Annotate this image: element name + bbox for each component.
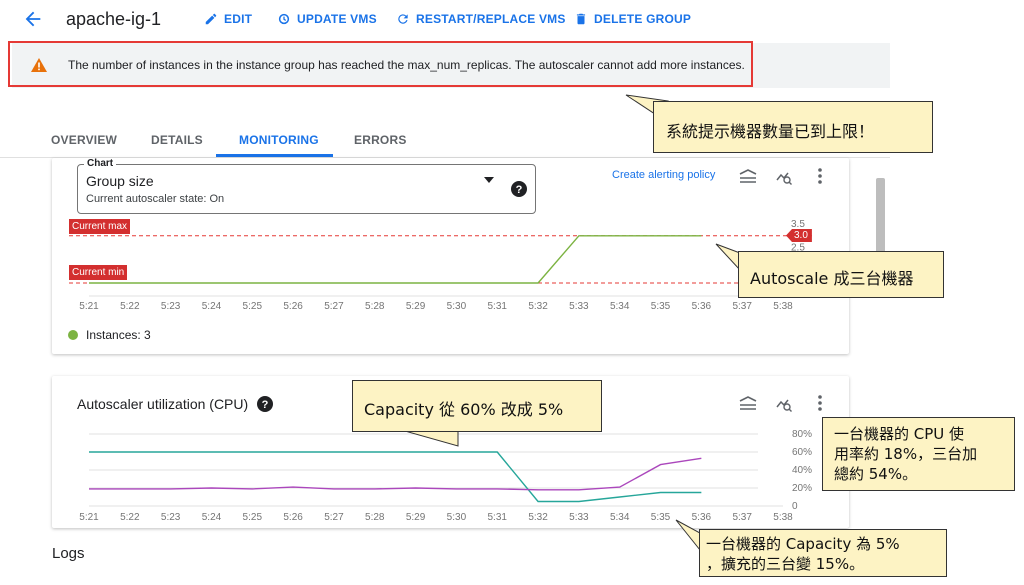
x-tick-label: 5:37 <box>732 512 752 523</box>
y-tick-label: 60% <box>792 447 812 458</box>
x-tick-label: 5:28 <box>365 301 385 312</box>
x-tick-label: 5:25 <box>243 512 263 523</box>
x-tick-label: 5:30 <box>447 512 467 523</box>
active-tab-indicator <box>216 154 333 157</box>
x-tick-label: 5:27 <box>324 512 344 523</box>
cpu-usage-line-2: 用率約 18%，三台加 <box>834 445 978 463</box>
edit-label: EDIT <box>224 12 253 26</box>
chart-select-value: Group size <box>86 173 154 189</box>
x-tick-label: 5:36 <box>692 301 712 312</box>
x-tick-label: 5:26 <box>283 512 303 523</box>
x-tick-label: 5:33 <box>569 512 589 523</box>
y-tick-label: 0 <box>792 501 798 512</box>
page-title: apache-ig-1 <box>66 9 162 29</box>
trash-icon <box>576 13 586 25</box>
x-tick-label: 5:37 <box>732 301 752 312</box>
cpu-utilization-chart: 0 20% 40% 60% 80% 5:21 5:22 5:23 5:24 5:25 5:26 5:… <box>79 429 812 523</box>
x-tick-label: 5:31 <box>488 301 508 312</box>
y-tick-label: 40% <box>792 465 812 476</box>
cpu-usage-callout: 一台機器的 CPU 使 用率約 18%，三台加 總約 54%。 <box>822 417 1015 491</box>
cpu-chart-title: Autoscaler utilization (CPU) <box>77 396 249 412</box>
y-tick-label: 3.5 <box>791 219 805 230</box>
tab-monitoring[interactable]: MONITORING <box>239 133 319 147</box>
x-tick-label: 5:36 <box>692 512 712 523</box>
x-tick-label: 5:30 <box>447 301 467 312</box>
x-tick-label: 5:28 <box>365 512 385 523</box>
cpu-usage-line-1: 一台機器的 CPU 使 <box>834 425 965 443</box>
x-tick-label: 5:22 <box>120 301 140 312</box>
x-tick-label: 5:38 <box>773 512 793 523</box>
x-tick-label: 5:23 <box>161 512 181 523</box>
x-tick-label: 5:26 <box>283 301 303 312</box>
capacity-callout: 一台機器的 Capacity 為 5% ，擴充的三台變 15%。 <box>699 529 947 577</box>
svg-text:?: ? <box>516 184 523 196</box>
x-tick-label: 5:27 <box>324 301 344 312</box>
tab-details[interactable]: DETAILS <box>151 133 203 147</box>
x-tick-label: 5:35 <box>651 301 671 312</box>
back-arrow-icon[interactable] <box>22 8 44 30</box>
tab-errors[interactable]: ERRORS <box>354 133 407 147</box>
x-tick-label: 5:38 <box>773 301 793 312</box>
update-vms-button[interactable]: UPDATE VMS <box>277 12 377 26</box>
highlight-box <box>8 41 753 87</box>
pencil-icon <box>205 13 217 25</box>
capacity-line-2: ，擴充的三台變 15%。 <box>706 555 865 573</box>
logs-heading: Logs <box>52 545 85 562</box>
help-icon[interactable]: ? <box>257 396 273 412</box>
chart-select-label: Chart <box>84 158 117 169</box>
x-tick-label: 5:24 <box>202 301 222 312</box>
series-line-1 <box>89 451 702 503</box>
tab-overview[interactable]: OVERVIEW <box>51 133 117 147</box>
delete-group-button[interactable]: DELETE GROUP <box>574 12 691 26</box>
y-tick-label: 80% <box>792 429 812 440</box>
series-line-1 <box>89 235 702 284</box>
capacity-change-callout: Capacity 從 60% 改成 5% <box>352 380 602 432</box>
x-tick-label: 5:23 <box>161 301 181 312</box>
edit-button[interactable]: EDIT <box>204 12 252 26</box>
x-tick-label: 5:25 <box>243 301 263 312</box>
x-tick-label: 5:32 <box>528 512 548 523</box>
limit-callout: 系統提示機器數量已到上限！ <box>653 101 933 153</box>
help-icon[interactable]: ? <box>511 181 527 197</box>
chart-select[interactable] <box>77 164 536 214</box>
autoscaler-state: Current autoscaler state: On <box>86 193 225 205</box>
x-tick-label: 5:35 <box>651 512 671 523</box>
svg-text:?: ? <box>262 399 269 411</box>
group-size-chart: 2.53.5 5:21 5:22 5:23 5:24 5:25 5:26 5:27 5:28 5… <box>69 219 812 312</box>
autoscale-callout: Autoscale 成三台機器 <box>738 251 944 298</box>
restart-replace-label: RESTART/REPLACE VMS <box>416 12 566 26</box>
y-tick-label: 20% <box>792 483 812 494</box>
cpu-usage-line-3: 總約 54%。 <box>834 465 918 483</box>
x-tick-label: 5:31 <box>488 512 508 523</box>
more-options-icon[interactable] <box>817 394 823 412</box>
delete-group-label: DELETE GROUP <box>594 12 692 26</box>
x-tick-label: 5:33 <box>569 301 589 312</box>
x-tick-label: 5:32 <box>528 301 548 312</box>
explore-chart-icon[interactable] <box>776 169 792 185</box>
current-min-badge: Current min <box>69 265 128 280</box>
create-alerting-policy-link[interactable]: Create alerting policy <box>612 169 715 181</box>
x-tick-label: 5:21 <box>79 512 99 523</box>
x-tick-label: 5:22 <box>120 512 140 523</box>
legend-toggle-icon[interactable] <box>739 396 757 410</box>
instances-legend: Instances: 3 <box>86 328 151 342</box>
x-tick-label: 5:24 <box>202 512 222 523</box>
legend-dot <box>68 330 78 340</box>
x-tick-label: 5:21 <box>79 301 99 312</box>
refresh-icon <box>398 14 408 24</box>
x-tick-label: 5:34 <box>610 512 630 523</box>
series-line-2 <box>89 457 702 491</box>
more-options-icon[interactable] <box>817 167 823 185</box>
explore-chart-icon[interactable] <box>776 396 792 412</box>
legend-toggle-icon[interactable] <box>739 169 757 183</box>
capacity-line-1: 一台機器的 Capacity 為 5% <box>706 535 900 553</box>
update-icon <box>278 13 290 25</box>
x-tick-label: 5:29 <box>406 301 426 312</box>
dropdown-arrow-icon[interactable] <box>483 176 495 184</box>
current-max-badge: Current max <box>69 219 131 234</box>
update-vms-label: UPDATE VMS <box>297 12 377 26</box>
x-tick-label: 5:29 <box>406 512 426 523</box>
x-tick-label: 5:34 <box>610 301 630 312</box>
restart-replace-button[interactable]: RESTART/REPLACE VMS <box>396 12 566 26</box>
